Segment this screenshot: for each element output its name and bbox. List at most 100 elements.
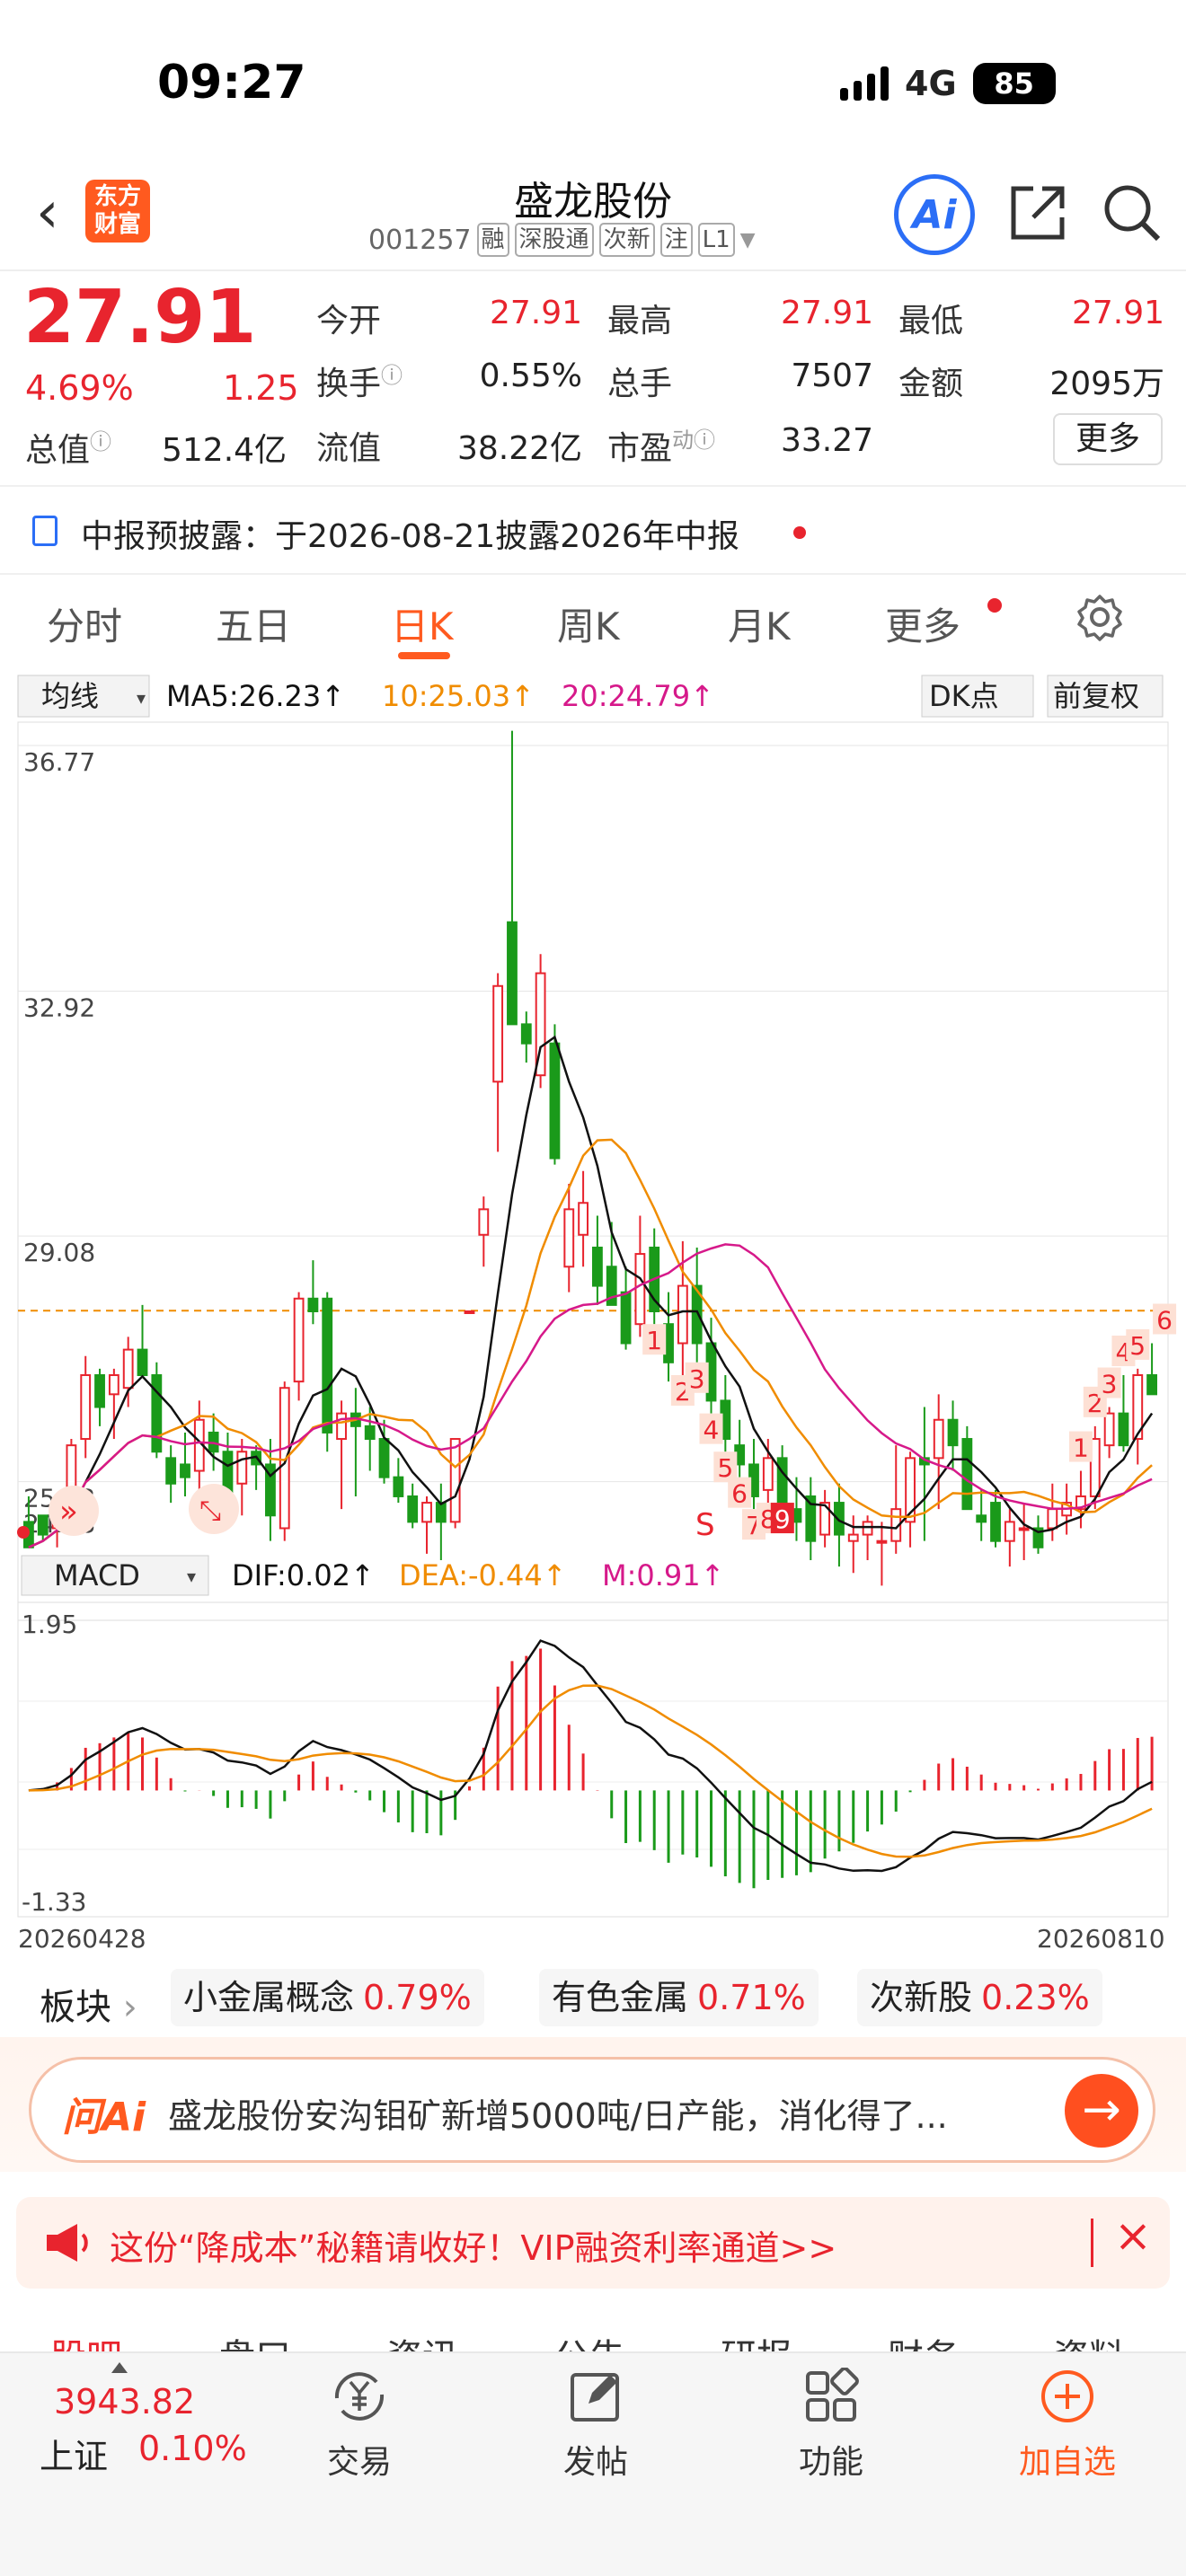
tab-daily-k[interactable]: 日K bbox=[391, 596, 454, 651]
sequence-number: 3 bbox=[689, 1364, 705, 1394]
candle-body bbox=[307, 1297, 319, 1312]
gear-icon[interactable] bbox=[1075, 593, 1124, 641]
expand-up-icon[interactable] bbox=[111, 2362, 128, 2373]
red-dot bbox=[793, 526, 806, 539]
more-button[interactable]: 更多 bbox=[1053, 413, 1163, 465]
candle-body bbox=[1018, 1527, 1030, 1531]
dropdown-icon[interactable]: ▼ bbox=[740, 229, 756, 251]
tab-news[interactable]: 资讯 bbox=[386, 2328, 458, 2351]
trade-button[interactable]: 交易 bbox=[296, 2368, 422, 2483]
tag-sgt: 深股通 bbox=[514, 223, 594, 257]
index-name[interactable]: 上证 bbox=[40, 2429, 108, 2478]
close-icon[interactable]: × bbox=[1114, 2210, 1152, 2262]
info-icon[interactable]: ⓘ bbox=[90, 429, 111, 454]
bottom-bar: 3943.82 上证 0.10% 交易 发帖 功能 加自选 bbox=[0, 2351, 1186, 2576]
search-icon[interactable] bbox=[1101, 181, 1164, 244]
tab-monthly-k[interactable]: 月K bbox=[728, 596, 791, 651]
document-icon bbox=[32, 516, 58, 546]
arrow-right-icon[interactable]: → bbox=[1065, 2074, 1138, 2148]
sequence-number: 3 bbox=[1102, 1370, 1118, 1399]
promo-text: 这份“降成本”秘籍请收好！VIP融资利率通道>> bbox=[110, 2228, 837, 2268]
candle-body bbox=[336, 1412, 347, 1441]
last-price: 27.91 bbox=[23, 275, 257, 360]
info-icon[interactable]: ⓘ bbox=[381, 363, 403, 388]
status-bar: 09:27 4G 85 bbox=[0, 0, 1186, 162]
candle-body bbox=[947, 1418, 959, 1447]
tag-zhu: 注 bbox=[659, 223, 693, 257]
megaphone-icon bbox=[47, 2224, 88, 2262]
back-icon[interactable]: ‹ bbox=[36, 184, 59, 242]
candle-body bbox=[990, 1502, 1001, 1542]
ask-ai-text: 盛龙股份安沟钼矿新增5000吨/日产能，消化得了... bbox=[168, 2096, 948, 2136]
ai-button[interactable]: Ai bbox=[894, 174, 975, 255]
candle-body bbox=[549, 1042, 561, 1160]
promo-banner[interactable]: 这份“降成本”秘籍请收好！VIP融资利率通道>> × bbox=[16, 2197, 1170, 2289]
indicator-label: MACD bbox=[54, 1558, 140, 1592]
candle-body bbox=[478, 1208, 490, 1236]
candle-body bbox=[563, 1208, 575, 1268]
candle-body bbox=[80, 1374, 92, 1441]
candle-body bbox=[762, 1457, 774, 1491]
signal-icon bbox=[840, 66, 889, 101]
float-value: 38.22亿 bbox=[456, 430, 582, 467]
dea-label: DEA:-0.44↑ bbox=[399, 1558, 567, 1592]
kline-chart[interactable]: 均线 ▾ MA5:26.23↑ 10:25.03↑ 20:24.79↑ DK点 … bbox=[0, 668, 1186, 1962]
chevron-down-icon: ▾ bbox=[137, 687, 146, 709]
candle-body bbox=[108, 1374, 119, 1396]
post-button[interactable]: 发帖 bbox=[533, 2368, 659, 2483]
content-tabs: 股吧 盘口 资讯 公告 研报 财务 资料 bbox=[0, 2316, 1186, 2351]
candle-body bbox=[449, 1438, 461, 1523]
sequence-number: 1 bbox=[646, 1326, 662, 1355]
date-end: 20260810 bbox=[1037, 1924, 1165, 1954]
candle-body bbox=[776, 1457, 788, 1504]
sector-chip[interactable]: 小金属概念 0.79% bbox=[171, 1969, 484, 2026]
ask-ai-bar: 问Ai 盛龙股份安沟钼矿新增5000吨/日产能，消化得了... → bbox=[0, 2037, 1186, 2172]
price-tick-label: 32.92 bbox=[23, 992, 95, 1022]
index-percent: 0.10% bbox=[138, 2429, 247, 2468]
tab-profile[interactable]: 资料 bbox=[1053, 2328, 1125, 2351]
candle-body bbox=[677, 1284, 688, 1345]
tab-finance[interactable]: 财务 bbox=[888, 2328, 960, 2351]
notice-text: 中报预披露：于2026-08-21披露2026年中报 bbox=[81, 518, 739, 555]
stock-code: 001257 bbox=[368, 224, 472, 256]
candle-body bbox=[1118, 1412, 1129, 1447]
sector-chip[interactable]: 有色金属 0.71% bbox=[539, 1969, 819, 2026]
trade-label: 交易 bbox=[326, 2444, 392, 2481]
change-percent: 4.69% bbox=[25, 368, 134, 408]
candle-body bbox=[1103, 1412, 1115, 1447]
tab-guba[interactable]: 股吧 bbox=[50, 2328, 122, 2351]
function-button[interactable]: 功能 bbox=[768, 2367, 894, 2483]
macd-max-label: 1.95 bbox=[22, 1610, 77, 1639]
ask-ai-logo: 问Ai bbox=[62, 2095, 146, 2140]
index-value: 3943.82 bbox=[54, 2382, 196, 2422]
tab-more[interactable]: 更多 bbox=[885, 596, 960, 651]
quote-panel: 27.91 4.69% 1.25 总值ⓘ 512.4亿 今开 27.91 最高 … bbox=[0, 271, 1186, 485]
candle-body bbox=[393, 1476, 404, 1497]
tab-intraday[interactable]: 分时 bbox=[47, 596, 122, 651]
tab-pankou[interactable]: 盘口 bbox=[219, 2328, 291, 2351]
main-chart-frame bbox=[17, 721, 1169, 1621]
report-notice[interactable]: 中报预披露：于2026-08-21披露2026年中报 bbox=[0, 485, 1186, 575]
sequence-number: 4 bbox=[704, 1416, 720, 1445]
stock-code-row[interactable]: 001257 融 深股通 次新 注 L1 ▼ bbox=[368, 223, 756, 257]
high-label: 最高 bbox=[607, 303, 673, 340]
clock: 09:27 bbox=[157, 56, 306, 110]
turnover-value: 0.55% bbox=[479, 357, 582, 394]
tab-weekly-k[interactable]: 周K bbox=[557, 596, 620, 651]
tab-research[interactable]: 研报 bbox=[721, 2328, 792, 2351]
sequence-number: 6 bbox=[1156, 1306, 1173, 1336]
period-tabs: 分时 五日 日K 周K 月K 更多 bbox=[0, 575, 1186, 668]
sector-chip[interactable]: 次新股 0.23% bbox=[857, 1969, 1102, 2026]
dif-line bbox=[28, 1639, 1153, 1873]
candle-body bbox=[94, 1374, 105, 1408]
add-watchlist-button[interactable]: 加自选 bbox=[1005, 2368, 1130, 2483]
macd-min-label: -1.33 bbox=[22, 1887, 86, 1917]
tab-five-day[interactable]: 五日 bbox=[216, 596, 291, 651]
tab-announcements[interactable]: 公告 bbox=[553, 2328, 625, 2351]
sector-label[interactable]: 板块 › bbox=[40, 1978, 137, 2030]
share-icon[interactable] bbox=[1006, 181, 1069, 244]
ask-ai-box[interactable]: 问Ai 盛龙股份安沟钼矿新增5000吨/日产能，消化得了... → bbox=[29, 2057, 1155, 2163]
pe-value: 33.27 bbox=[780, 422, 873, 459]
stock-header: ‹ 东方 财富 盛龙股份 001257 融 深股通 次新 注 L1 ▼ Ai bbox=[0, 162, 1186, 271]
battery-icon: 85 bbox=[972, 63, 1056, 104]
